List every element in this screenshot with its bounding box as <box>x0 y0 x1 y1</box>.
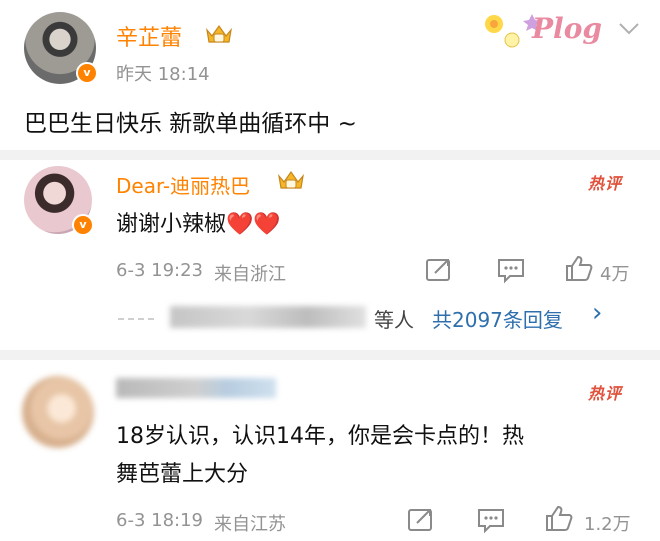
comment-author-name-blurred[interactable] <box>116 378 276 398</box>
like-count: 4万 <box>600 264 630 285</box>
post-author-name[interactable]: 辛芷蕾 <box>116 20 182 52</box>
comment-icon[interactable] <box>476 506 506 534</box>
comment-text-line-2: 舞芭蕾上大分 <box>116 462 249 487</box>
like-count: 1.2万 <box>584 514 631 535</box>
hot-comment-badge: 热评 <box>588 174 623 193</box>
like-icon[interactable] <box>564 254 594 282</box>
verified-badge: v <box>76 62 98 84</box>
verified-badge: v <box>72 214 94 236</box>
section-divider <box>0 150 660 160</box>
plog-label: Plog <box>532 12 602 45</box>
reply-dashes <box>118 318 154 320</box>
comment-date: 6-3 18:19 <box>116 510 203 531</box>
post-time: 昨天 18:14 <box>116 64 210 85</box>
section-divider <box>0 350 660 360</box>
reply-count-link[interactable]: 共2097条回复 <box>432 304 563 333</box>
share-icon[interactable] <box>424 256 454 284</box>
crown-icon <box>206 24 232 43</box>
chevron-down-icon[interactable] <box>618 22 640 36</box>
chevron-right-icon[interactable]: › <box>592 298 602 328</box>
comment-location: 来自江苏 <box>214 514 286 535</box>
reply-blurred-names <box>170 306 366 328</box>
post-text: 巴巴生日快乐 新歌单曲循环中 ~ <box>24 111 357 137</box>
comment-text: 谢谢小辣椒❤️❤️ <box>116 212 281 237</box>
share-icon[interactable] <box>406 506 436 534</box>
plog-sticker: Plog <box>478 6 608 56</box>
reply-prefix: 等人 <box>374 308 414 332</box>
like-icon[interactable] <box>544 504 574 532</box>
comment-icon[interactable] <box>496 256 526 284</box>
comment-author-name[interactable]: Dear-迪丽热巴 <box>116 170 250 199</box>
crown-icon <box>278 170 304 189</box>
comment-text-line-1: 18岁认识，认识14年，你是会卡点的！热 <box>116 424 524 449</box>
comment-location: 来自浙江 <box>214 264 286 285</box>
hot-comment-badge: 热评 <box>588 384 623 403</box>
comment-date: 6-3 19:23 <box>116 260 203 281</box>
comment-avatar[interactable] <box>22 376 94 448</box>
